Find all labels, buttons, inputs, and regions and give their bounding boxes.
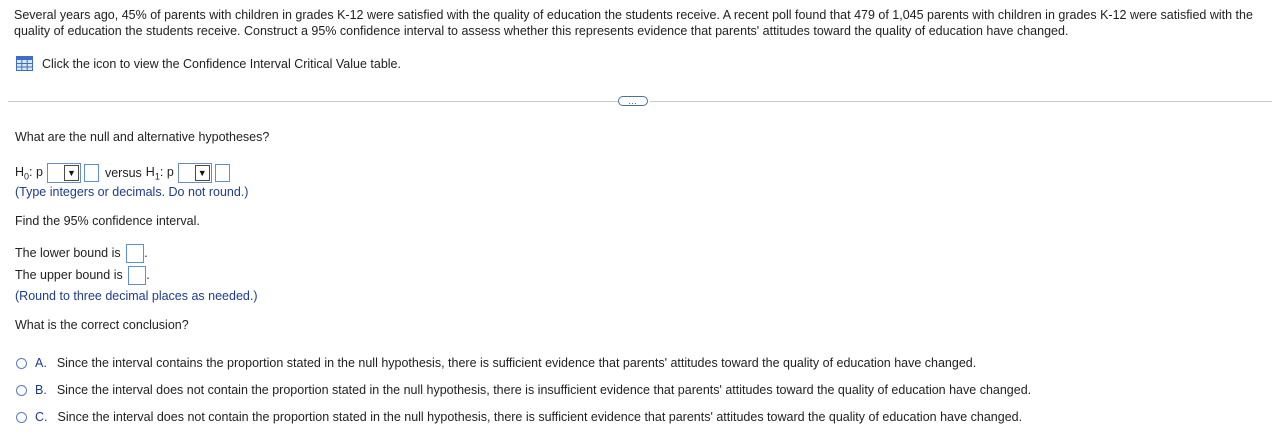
lower-bound-input[interactable]	[126, 244, 145, 263]
conclusion-option-a[interactable]: A. Since the interval contains the propo…	[16, 356, 976, 370]
section-divider	[650, 101, 1272, 102]
alt-hypothesis-operator-dropdown[interactable]: ▼	[177, 163, 212, 183]
hypotheses-row: H0: p ▼ versus H1: p ▼	[15, 162, 230, 184]
radio-button[interactable]	[16, 411, 27, 423]
question-text: Several years ago, 45% of parents with c…	[14, 8, 1253, 38]
option-text: Since the interval does not contain the …	[56, 383, 1032, 397]
triangle-down-icon: ▼	[63, 165, 79, 181]
lower-bound-label: The lower bound is	[15, 245, 121, 260]
critical-value-table-link[interactable]: Click the icon to view the Confidence In…	[16, 56, 401, 71]
lower-bound-row: The lower bound is .	[15, 244, 148, 263]
radio-button[interactable]	[16, 384, 27, 396]
null-hypothesis-value-input[interactable]	[83, 164, 99, 182]
radio-button[interactable]	[16, 357, 27, 369]
expand-more-button[interactable]: …	[618, 96, 648, 106]
null-hypothesis-label: H0: p	[15, 164, 43, 182]
option-text: Since the interval does not contain the …	[57, 410, 1023, 424]
upper-bound-row: The upper bound is .	[15, 266, 150, 285]
hypotheses-prompt: What are the null and alternative hypoth…	[15, 130, 270, 144]
null-hypothesis-operator-dropdown[interactable]: ▼	[46, 163, 81, 183]
interval-prompt: Find the 95% confidence interval.	[15, 214, 200, 228]
triangle-down-icon: ▼	[194, 165, 210, 181]
upper-bound-label: The upper bound is	[15, 267, 123, 282]
conclusion-prompt: What is the correct conclusion?	[15, 318, 189, 332]
alt-hypothesis-value-input[interactable]	[214, 164, 230, 182]
hypotheses-hint: (Type integers or decimals. Do not round…	[15, 185, 249, 199]
table-grid-icon[interactable]	[16, 56, 33, 71]
conclusion-option-b[interactable]: B. Since the interval does not contain t…	[16, 383, 1031, 397]
option-letter: B.	[35, 383, 47, 397]
option-letter: C.	[35, 410, 48, 424]
table-link-label[interactable]: Click the icon to view the Confidence In…	[42, 57, 401, 71]
upper-bound-input[interactable]	[128, 266, 147, 285]
alt-hypothesis-label: H1: p	[145, 164, 174, 182]
option-letter: A.	[35, 356, 47, 370]
interval-hint: (Round to three decimal places as needed…	[15, 289, 258, 303]
option-text: Since the interval contains the proporti…	[56, 356, 977, 370]
period: .	[144, 245, 148, 260]
versus-label: versus	[104, 166, 142, 180]
section-divider	[8, 101, 618, 102]
conclusion-option-c[interactable]: C. Since the interval does not contain t…	[16, 410, 1022, 424]
period: .	[146, 267, 150, 282]
